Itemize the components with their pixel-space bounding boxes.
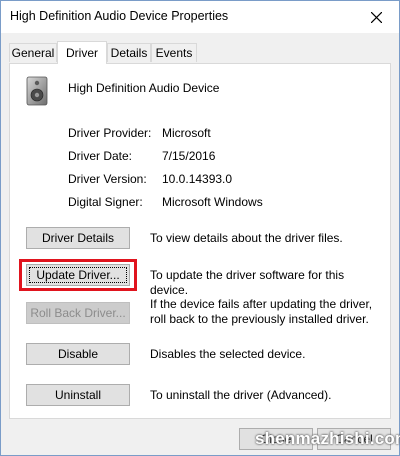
title-bar: High Definition Audio Device Properties <box>1 1 399 33</box>
driver-tab-panel: High Definition Audio Device Driver Prov… <box>9 63 391 419</box>
digital-signer-label: Digital Signer: <box>68 195 143 209</box>
close-icon <box>370 11 382 23</box>
digital-signer-row: Digital Signer: Microsoft Windows <box>68 195 263 209</box>
tab-details[interactable]: Details <box>107 43 151 62</box>
driver-version-label: Driver Version: <box>68 172 147 186</box>
cancel-button[interactable]: Cancel <box>317 428 391 450</box>
speaker-icon <box>26 76 48 106</box>
driver-provider-value: Microsoft <box>162 126 211 140</box>
driver-provider-row: Driver Provider: Microsoft <box>68 126 211 140</box>
close-window-button[interactable] <box>353 1 399 33</box>
tab-general[interactable]: General <box>9 43 57 62</box>
driver-details-description: To view details about the driver files. <box>150 231 343 245</box>
tab-events[interactable]: Events <box>151 43 197 62</box>
driver-version-row: Driver Version: 10.0.14393.0 <box>68 172 232 186</box>
update-driver-button[interactable]: Update Driver... <box>26 264 130 286</box>
driver-details-button[interactable]: Driver Details <box>26 227 130 249</box>
window-title: High Definition Audio Device Properties <box>10 9 229 23</box>
device-name: High Definition Audio Device <box>68 81 220 95</box>
properties-window: High Definition Audio Device Properties … <box>0 0 400 456</box>
close-button[interactable]: Close <box>239 428 313 450</box>
driver-version-value: 10.0.14393.0 <box>162 172 233 186</box>
disable-button[interactable]: Disable <box>26 343 130 365</box>
roll-back-driver-button: Roll Back Driver... <box>26 302 130 324</box>
tab-bar: General Driver Details Events <box>9 41 389 64</box>
uninstall-button[interactable]: Uninstall <box>26 384 130 406</box>
driver-date-value: 7/15/2016 <box>162 149 216 163</box>
roll-back-driver-description: If the device fails after updating the d… <box>150 297 373 326</box>
update-driver-description: To update the driver software for this d… <box>150 268 345 297</box>
driver-date-label: Driver Date: <box>68 149 133 163</box>
uninstall-description: To uninstall the driver (Advanced). <box>150 388 332 402</box>
driver-date-row: Driver Date: 7/15/2016 <box>68 149 215 163</box>
tab-driver[interactable]: Driver <box>57 41 107 64</box>
digital-signer-value: Microsoft Windows <box>162 195 263 209</box>
driver-provider-label: Driver Provider: <box>68 126 152 140</box>
disable-description: Disables the selected device. <box>150 347 306 361</box>
